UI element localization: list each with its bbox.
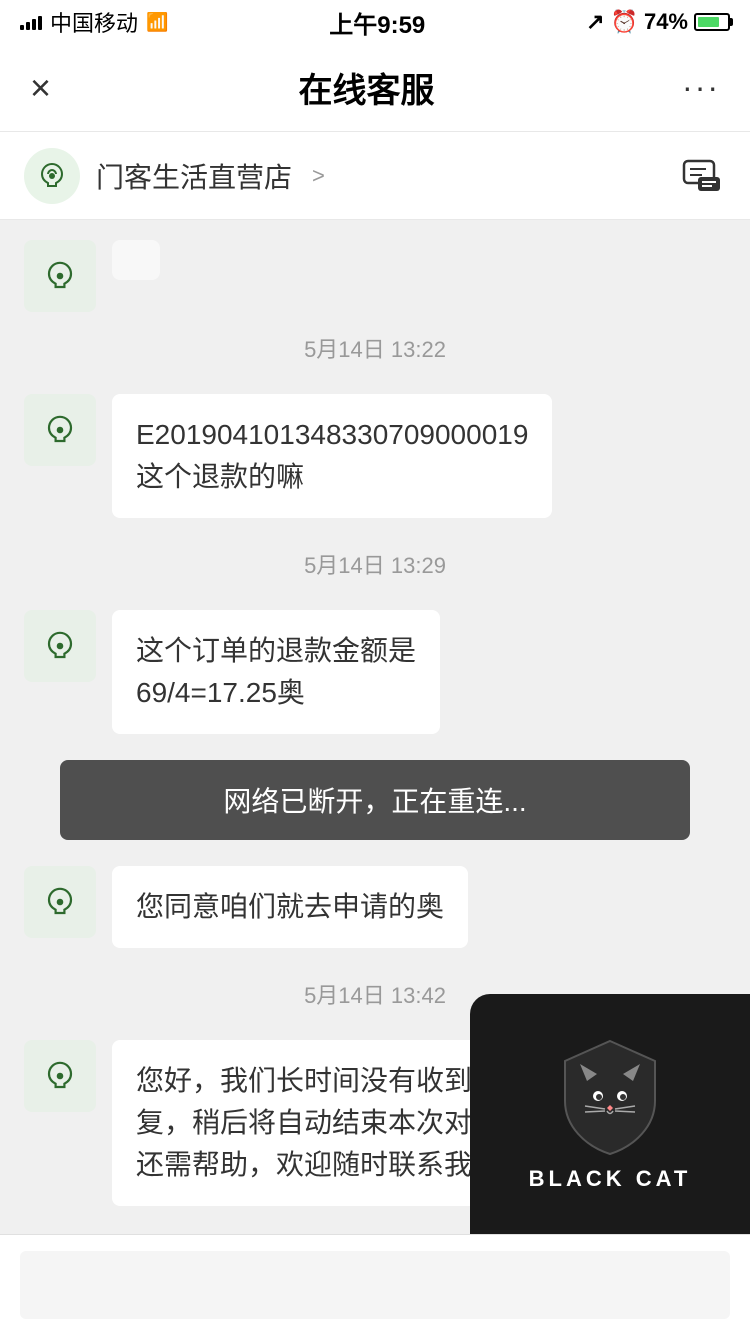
blackcat-watermark: BLACK CAT	[470, 994, 750, 1234]
timestamp-1: 5月14日 13:22	[0, 312, 750, 384]
avatar	[24, 610, 96, 682]
message-bubble-2: 这个订单的退款金额是69/4=17.25奥	[112, 610, 440, 734]
chat-list-button[interactable]	[678, 156, 726, 196]
status-right: ↗ ⏰ 74%	[586, 9, 730, 35]
more-button[interactable]: ···	[682, 69, 720, 106]
message-text-1: E201904101348330709000019这个退款的嘛	[136, 419, 528, 492]
avatar	[24, 394, 96, 466]
avatar	[24, 1040, 96, 1112]
message-row: E201904101348330709000019这个退款的嘛	[0, 384, 750, 528]
close-button[interactable]: ×	[30, 67, 51, 109]
message-input[interactable]	[20, 1251, 730, 1319]
store-avatar	[24, 148, 80, 204]
nav-bar: × 在线客服 ···	[0, 44, 750, 132]
timestamp-2: 5月14日 13:29	[0, 528, 750, 600]
network-toast-container: 网络已断开，正在重连...	[0, 744, 750, 856]
message-text-2: 这个订单的退款金额是69/4=17.25奥	[136, 635, 416, 708]
blackcat-shield-icon	[545, 1036, 675, 1156]
alarm-icon: ⏰	[611, 9, 638, 35]
message-row: 您同意咱们就去申请的奥	[0, 856, 750, 958]
blackcat-logo: BLACK CAT	[529, 1036, 692, 1192]
message-bubble-1: E201904101348330709000019这个退款的嘛	[112, 394, 552, 518]
avatar	[24, 240, 96, 312]
carrier-name: 中国移动	[50, 6, 138, 38]
location-icon: ↗	[586, 9, 604, 35]
status-time: 上午9:59	[329, 5, 425, 40]
partial-bubble	[112, 240, 160, 280]
store-header[interactable]: 门客生活直营店 >	[0, 132, 750, 220]
status-left: 中国移动 📶	[20, 6, 168, 38]
partial-message-row	[0, 220, 750, 312]
message-bubble-3: 您同意咱们就去申请的奥	[112, 866, 468, 948]
message-row: 这个订单的退款金额是69/4=17.25奥	[0, 600, 750, 744]
battery-percent: 74%	[644, 9, 688, 35]
status-bar: 中国移动 📶 上午9:59 ↗ ⏰ 74%	[0, 0, 750, 44]
blackcat-label: BLACK CAT	[529, 1166, 692, 1192]
nav-title: 在线客服	[299, 63, 435, 112]
store-info[interactable]: 门客生活直营店 >	[24, 148, 325, 204]
signal-icon	[20, 14, 42, 30]
store-name: 门客生活直营店	[96, 156, 292, 196]
input-area	[0, 1234, 750, 1334]
wifi-icon: 📶	[146, 12, 168, 33]
network-toast: 网络已断开，正在重连...	[60, 760, 690, 840]
avatar	[24, 866, 96, 938]
store-chevron-icon: >	[312, 163, 325, 189]
battery-icon	[694, 13, 730, 31]
